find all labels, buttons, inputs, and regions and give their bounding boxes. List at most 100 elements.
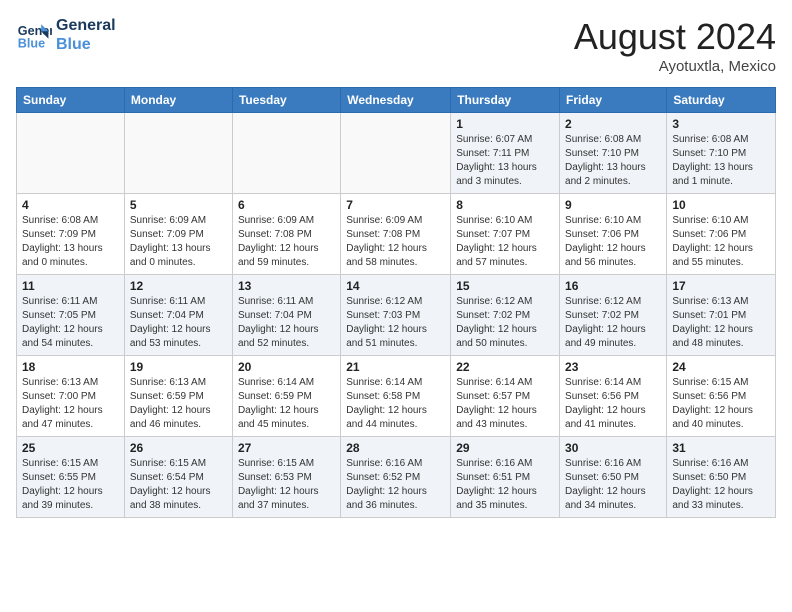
day-info: Sunrise: 6:15 AM Sunset: 6:54 PM Dayligh… <box>130 457 227 513</box>
day-info: Sunrise: 6:15 AM Sunset: 6:55 PM Dayligh… <box>22 457 119 513</box>
day-info: Sunrise: 6:16 AM Sunset: 6:50 PM Dayligh… <box>672 457 770 513</box>
calendar-day-cell: 21 Sunrise: 6:14 AM Sunset: 6:58 PM Dayli… <box>341 356 451 437</box>
day-number: 7 <box>346 198 445 212</box>
day-number: 25 <box>22 441 119 455</box>
calendar-day-cell <box>17 113 125 194</box>
day-number: 4 <box>22 198 119 212</box>
day-number: 5 <box>130 198 227 212</box>
day-number: 21 <box>346 360 445 374</box>
day-number: 31 <box>672 441 770 455</box>
day-info: Sunrise: 6:09 AM Sunset: 7:09 PM Dayligh… <box>130 214 227 270</box>
day-info: Sunrise: 6:10 AM Sunset: 7:07 PM Dayligh… <box>456 214 554 270</box>
calendar-day-cell: 22Sunrise: 6:14 AM Sunset: 6:57 PM Dayli… <box>451 356 560 437</box>
day-number: 16 <box>565 279 661 293</box>
day-info: Sunrise: 6:16 AM Sunset: 6:52 PM Dayligh… <box>346 457 445 513</box>
calendar-day-cell: 28 Sunrise: 6:16 AM Sunset: 6:52 PM Dayli… <box>341 437 451 518</box>
day-info: Sunrise: 6:08 AM Sunset: 7:09 PM Dayligh… <box>22 214 119 270</box>
calendar-day-cell: 4 Sunrise: 6:08 AM Sunset: 7:09 PM Daylig… <box>17 194 125 275</box>
calendar-day-cell: 9 Sunrise: 6:10 AM Sunset: 7:06 PM Daylig… <box>560 194 667 275</box>
calendar-week-row: 25 Sunrise: 6:15 AM Sunset: 6:55 PM Dayli… <box>17 437 776 518</box>
weekday-header-cell: Tuesday <box>232 88 340 113</box>
day-info: Sunrise: 6:12 AM Sunset: 7:02 PM Dayligh… <box>456 295 554 351</box>
calendar-week-row: 1Sunrise: 6:07 AM Sunset: 7:11 PM Daylig… <box>17 113 776 194</box>
calendar-day-cell: 14 Sunrise: 6:12 AM Sunset: 7:03 PM Dayli… <box>341 275 451 356</box>
day-number: 6 <box>238 198 335 212</box>
weekday-header-cell: Thursday <box>451 88 560 113</box>
weekday-header-cell: Friday <box>560 88 667 113</box>
day-number: 12 <box>130 279 227 293</box>
day-number: 18 <box>22 360 119 374</box>
day-info: Sunrise: 6:15 AM Sunset: 6:56 PM Dayligh… <box>672 376 770 432</box>
calendar-header: SundayMondayTuesdayWednesdayThursdayFrid… <box>17 88 776 113</box>
day-info: Sunrise: 6:11 AM Sunset: 7:04 PM Dayligh… <box>130 295 227 351</box>
day-info: Sunrise: 6:14 AM Sunset: 6:58 PM Dayligh… <box>346 376 445 432</box>
location-subtitle: Ayotuxtla, Mexico <box>574 58 776 75</box>
day-number: 9 <box>565 198 661 212</box>
day-info: Sunrise: 6:14 AM Sunset: 6:56 PM Dayligh… <box>565 376 661 432</box>
day-info: Sunrise: 6:08 AM Sunset: 7:10 PM Dayligh… <box>565 133 661 189</box>
day-info: Sunrise: 6:12 AM Sunset: 7:03 PM Dayligh… <box>346 295 445 351</box>
day-info: Sunrise: 6:14 AM Sunset: 6:59 PM Dayligh… <box>238 376 335 432</box>
day-info: Sunrise: 6:12 AM Sunset: 7:02 PM Dayligh… <box>565 295 661 351</box>
calendar-day-cell: 16 Sunrise: 6:12 AM Sunset: 7:02 PM Dayli… <box>560 275 667 356</box>
day-info: Sunrise: 6:16 AM Sunset: 6:51 PM Dayligh… <box>456 457 554 513</box>
calendar-day-cell <box>341 113 451 194</box>
day-info: Sunrise: 6:15 AM Sunset: 6:53 PM Dayligh… <box>238 457 335 513</box>
day-info: Sunrise: 6:10 AM Sunset: 7:06 PM Dayligh… <box>565 214 661 270</box>
calendar-day-cell: 10 Sunrise: 6:10 AM Sunset: 7:06 PM Dayli… <box>667 194 776 275</box>
day-number: 29 <box>456 441 554 455</box>
day-info: Sunrise: 6:10 AM Sunset: 7:06 PM Dayligh… <box>672 214 770 270</box>
calendar-day-cell: 1Sunrise: 6:07 AM Sunset: 7:11 PM Daylig… <box>451 113 560 194</box>
day-number: 28 <box>346 441 445 455</box>
logo-text-blue: Blue <box>56 35 116 54</box>
day-number: 13 <box>238 279 335 293</box>
day-number: 17 <box>672 279 770 293</box>
calendar-week-row: 18 Sunrise: 6:13 AM Sunset: 7:00 PM Dayli… <box>17 356 776 437</box>
day-number: 14 <box>346 279 445 293</box>
logo-icon: General Blue <box>16 17 52 53</box>
calendar-day-cell: 26Sunrise: 6:15 AM Sunset: 6:54 PM Dayli… <box>124 437 232 518</box>
weekday-header-cell: Saturday <box>667 88 776 113</box>
calendar-table: SundayMondayTuesdayWednesdayThursdayFrid… <box>16 87 776 518</box>
calendar-day-cell: 3Sunrise: 6:08 AM Sunset: 7:10 PM Daylig… <box>667 113 776 194</box>
day-info: Sunrise: 6:08 AM Sunset: 7:10 PM Dayligh… <box>672 133 770 189</box>
calendar-day-cell: 27 Sunrise: 6:15 AM Sunset: 6:53 PM Dayli… <box>232 437 340 518</box>
calendar-day-cell: 29 Sunrise: 6:16 AM Sunset: 6:51 PM Dayli… <box>451 437 560 518</box>
calendar-day-cell: 19Sunrise: 6:13 AM Sunset: 6:59 PM Dayli… <box>124 356 232 437</box>
weekday-header-cell: Wednesday <box>341 88 451 113</box>
calendar-day-cell <box>124 113 232 194</box>
day-number: 22 <box>456 360 554 374</box>
day-info: Sunrise: 6:07 AM Sunset: 7:11 PM Dayligh… <box>456 133 554 189</box>
calendar-day-cell: 24Sunrise: 6:15 AM Sunset: 6:56 PM Dayli… <box>667 356 776 437</box>
day-number: 27 <box>238 441 335 455</box>
calendar-day-cell <box>232 113 340 194</box>
calendar-day-cell: 13 Sunrise: 6:11 AM Sunset: 7:04 PM Dayli… <box>232 275 340 356</box>
day-number: 20 <box>238 360 335 374</box>
logo-text-general: General <box>56 16 116 35</box>
calendar-day-cell: 18 Sunrise: 6:13 AM Sunset: 7:00 PM Dayli… <box>17 356 125 437</box>
calendar-day-cell: 2Sunrise: 6:08 AM Sunset: 7:10 PM Daylig… <box>560 113 667 194</box>
calendar-day-cell: 6Sunrise: 6:09 AM Sunset: 7:08 PM Daylig… <box>232 194 340 275</box>
weekday-header-cell: Sunday <box>17 88 125 113</box>
calendar-day-cell: 15 Sunrise: 6:12 AM Sunset: 7:02 PM Dayli… <box>451 275 560 356</box>
calendar-day-cell: 20 Sunrise: 6:14 AM Sunset: 6:59 PM Dayli… <box>232 356 340 437</box>
day-number: 15 <box>456 279 554 293</box>
month-year-title: August 2024 <box>574 16 776 58</box>
page-header: General Blue General Blue August 2024 Ay… <box>16 16 776 75</box>
calendar-day-cell: 12 Sunrise: 6:11 AM Sunset: 7:04 PM Dayli… <box>124 275 232 356</box>
day-number: 10 <box>672 198 770 212</box>
calendar-day-cell: 25 Sunrise: 6:15 AM Sunset: 6:55 PM Dayli… <box>17 437 125 518</box>
day-info: Sunrise: 6:13 AM Sunset: 7:00 PM Dayligh… <box>22 376 119 432</box>
calendar-week-row: 11Sunrise: 6:11 AM Sunset: 7:05 PM Dayli… <box>17 275 776 356</box>
calendar-day-cell: 23 Sunrise: 6:14 AM Sunset: 6:56 PM Dayli… <box>560 356 667 437</box>
calendar-week-row: 4 Sunrise: 6:08 AM Sunset: 7:09 PM Daylig… <box>17 194 776 275</box>
calendar-day-cell: 30Sunrise: 6:16 AM Sunset: 6:50 PM Dayli… <box>560 437 667 518</box>
calendar-day-cell: 5 Sunrise: 6:09 AM Sunset: 7:09 PM Daylig… <box>124 194 232 275</box>
day-number: 30 <box>565 441 661 455</box>
calendar-body: 1Sunrise: 6:07 AM Sunset: 7:11 PM Daylig… <box>17 113 776 518</box>
weekday-header-cell: Monday <box>124 88 232 113</box>
day-info: Sunrise: 6:11 AM Sunset: 7:04 PM Dayligh… <box>238 295 335 351</box>
svg-text:Blue: Blue <box>18 37 45 51</box>
day-info: Sunrise: 6:09 AM Sunset: 7:08 PM Dayligh… <box>346 214 445 270</box>
day-number: 23 <box>565 360 661 374</box>
